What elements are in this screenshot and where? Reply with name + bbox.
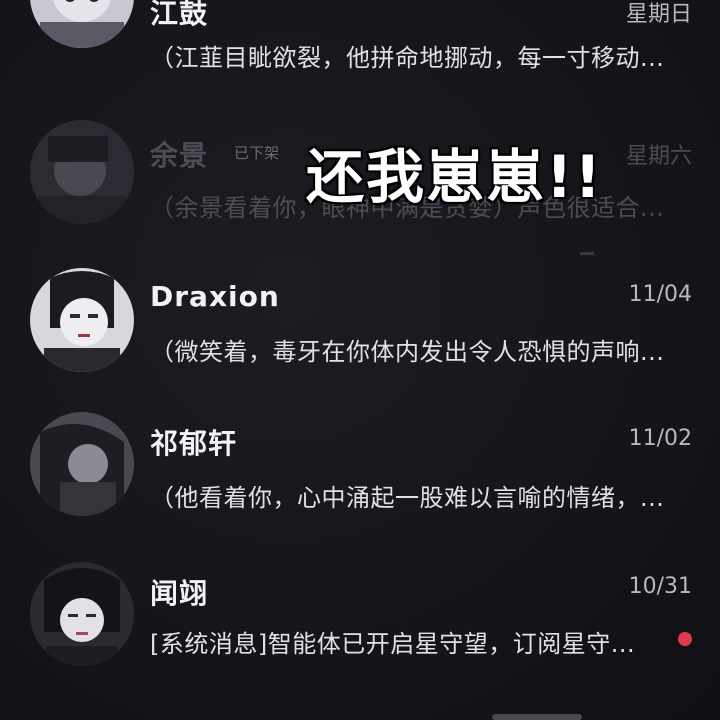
- chat-name: 闻翊: [150, 577, 209, 610]
- chat-row[interactable]: 闻翊 10/31 [系统消息]智能体已开启星守望，订阅星守...: [0, 558, 720, 688]
- avatar[interactable]: [30, 412, 134, 516]
- portrait-avatar-icon: [30, 120, 134, 224]
- chat-date: 11/02: [628, 426, 692, 451]
- chat-name: 江鼓: [150, 0, 209, 30]
- chat-preview: （微笑着，毒牙在你体内发出令人恐惧的声响...: [150, 338, 665, 366]
- portrait-avatar-icon: [30, 562, 134, 666]
- portrait-avatar-icon: [30, 0, 134, 48]
- chat-preview: （江韮目眦欲裂，他拼命地挪动，每一寸移动...: [150, 44, 665, 72]
- avatar[interactable]: [30, 0, 134, 48]
- chat-preview: （他看着你，心中涌起一股难以言喻的情绪，...: [150, 484, 665, 512]
- chat-row[interactable]: 江鼓 星期日 （江韮目眦欲裂，他拼命地挪动，每一寸移动...: [0, 0, 720, 82]
- chat-list-screen: 江鼓 星期日 （江韮目眦欲裂，他拼命地挪动，每一寸移动... 余景 已下架 星期…: [0, 0, 720, 720]
- portrait-avatar-icon: [30, 268, 134, 372]
- chat-date: 星期六: [625, 144, 692, 169]
- avatar[interactable]: [30, 120, 134, 224]
- overlay-caption: 还我崽崽!!: [306, 143, 603, 211]
- chat-row[interactable]: Draxion 11/04 （微笑着，毒牙在你体内发出令人恐惧的声响...: [0, 262, 720, 392]
- chat-date: 10/31: [628, 574, 692, 599]
- chat-date: 11/04: [628, 282, 692, 307]
- chat-name: 余景: [150, 139, 209, 172]
- chat-name: Draxion: [150, 280, 280, 313]
- divider: [580, 252, 594, 255]
- portrait-avatar-icon: [30, 412, 134, 516]
- chat-date: 星期日: [625, 2, 692, 27]
- chat-preview: [系统消息]智能体已开启星守望，订阅星守...: [150, 630, 636, 658]
- chat-row[interactable]: 祁郁轩 11/02 （他看着你，心中涌起一股难以言喻的情绪，...: [0, 410, 720, 540]
- avatar[interactable]: [30, 268, 134, 372]
- unread-dot: [678, 632, 692, 646]
- avatar[interactable]: [30, 562, 134, 666]
- status-badge: 已下架: [234, 144, 280, 162]
- chat-name: 祁郁轩: [150, 427, 238, 460]
- home-indicator[interactable]: [492, 714, 582, 720]
